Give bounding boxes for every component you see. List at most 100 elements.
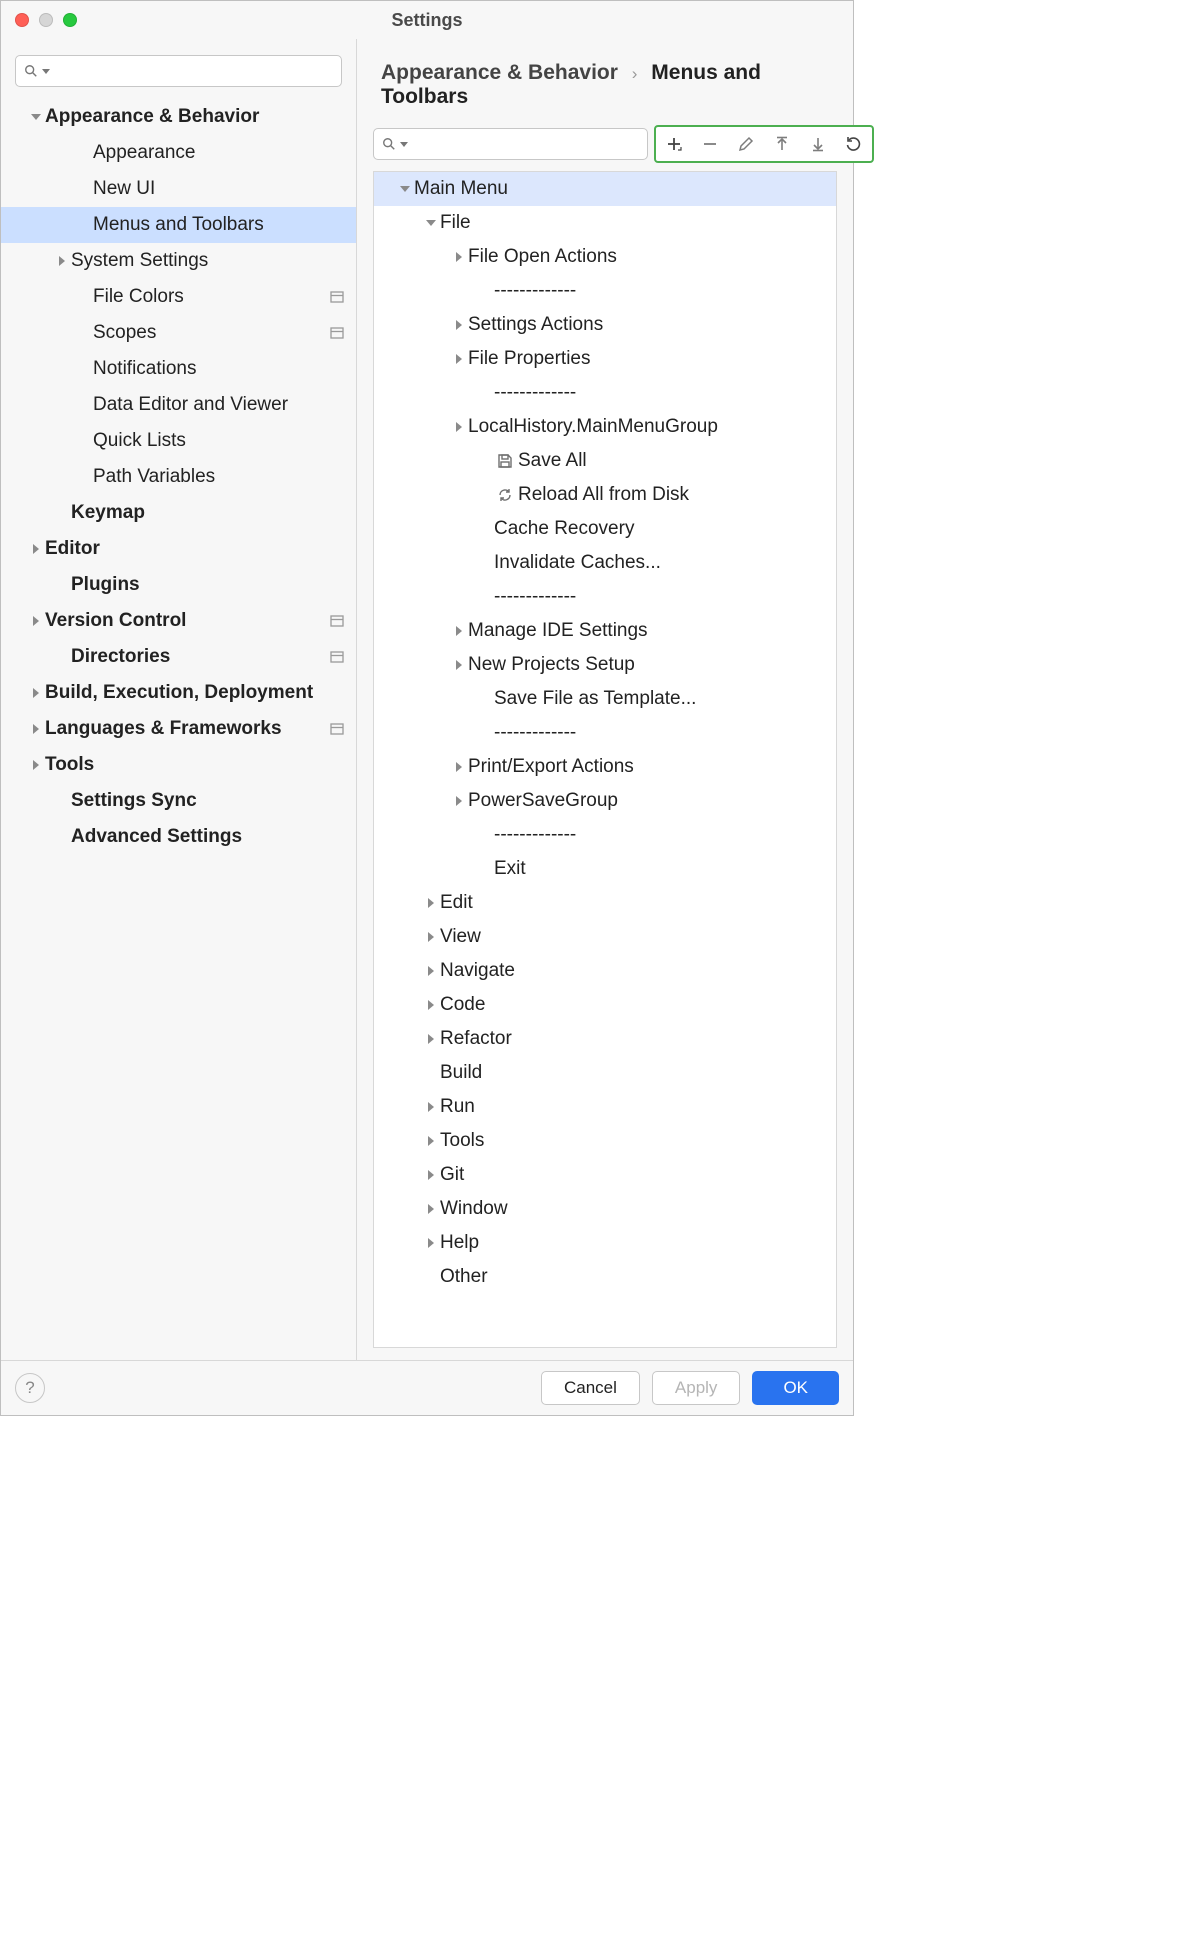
menu-tree-item[interactable]: File Open Actions bbox=[374, 240, 836, 274]
menu-tree-item[interactable]: Save All bbox=[374, 444, 836, 478]
menu-tree-item[interactable]: Tools bbox=[374, 1124, 836, 1158]
menu-tree-item[interactable]: ------------- bbox=[374, 376, 836, 410]
close-window-icon[interactable] bbox=[15, 13, 29, 27]
chevron-right-icon[interactable] bbox=[27, 724, 45, 734]
ok-button[interactable]: OK bbox=[752, 1371, 839, 1405]
sidebar-item[interactable]: Plugins bbox=[1, 567, 356, 603]
chevron-right-icon[interactable] bbox=[450, 354, 468, 364]
chevron-right-icon[interactable] bbox=[450, 320, 468, 330]
menu-tree-item[interactable]: Edit bbox=[374, 886, 836, 920]
search-options-caret-icon[interactable] bbox=[400, 142, 408, 147]
sidebar-item[interactable]: Tools bbox=[1, 747, 356, 783]
chevron-right-icon[interactable] bbox=[422, 1034, 440, 1044]
sidebar-item[interactable]: Notifications bbox=[1, 351, 356, 387]
sidebar-item[interactable]: Version Control bbox=[1, 603, 356, 639]
chevron-right-icon[interactable] bbox=[450, 252, 468, 262]
menu-tree-item[interactable]: Window bbox=[374, 1192, 836, 1226]
sidebar-item[interactable]: System Settings bbox=[1, 243, 356, 279]
menu-tree-item[interactable]: ------------- bbox=[374, 716, 836, 750]
menu-tree-item[interactable]: Settings Actions bbox=[374, 308, 836, 342]
chevron-right-icon[interactable] bbox=[27, 760, 45, 770]
chevron-right-icon[interactable] bbox=[27, 544, 45, 554]
sidebar-item[interactable]: Editor bbox=[1, 531, 356, 567]
chevron-right-icon[interactable] bbox=[422, 966, 440, 976]
sidebar-item[interactable]: Build, Execution, Deployment bbox=[1, 675, 356, 711]
menu-tree-item[interactable]: ------------- bbox=[374, 580, 836, 614]
sidebar-item[interactable]: File Colors bbox=[1, 279, 356, 315]
sidebar-item[interactable]: Appearance bbox=[1, 135, 356, 171]
menu-tree-item[interactable]: Cache Recovery bbox=[374, 512, 836, 546]
menu-tree-item[interactable]: View bbox=[374, 920, 836, 954]
breadcrumb-parent[interactable]: Appearance & Behavior bbox=[381, 61, 618, 84]
minimize-window-icon[interactable] bbox=[39, 13, 53, 27]
sidebar-item[interactable]: Quick Lists bbox=[1, 423, 356, 459]
sidebar-item[interactable]: Menus and Toolbars bbox=[1, 207, 356, 243]
apply-button[interactable]: Apply bbox=[652, 1371, 741, 1405]
menu-tree-item[interactable]: Navigate bbox=[374, 954, 836, 988]
chevron-right-icon[interactable] bbox=[422, 1204, 440, 1214]
menu-tree-item[interactable]: Save File as Template... bbox=[374, 682, 836, 716]
menu-tree-item[interactable]: Print/Export Actions bbox=[374, 750, 836, 784]
menu-tree-item[interactable]: Reload All from Disk bbox=[374, 478, 836, 512]
sidebar-item[interactable]: Data Editor and Viewer bbox=[1, 387, 356, 423]
search-options-caret-icon[interactable] bbox=[42, 69, 50, 74]
restore-button[interactable] bbox=[836, 127, 872, 161]
sidebar-item[interactable]: Settings Sync bbox=[1, 783, 356, 819]
sidebar-item-label: Directories bbox=[71, 646, 324, 668]
chevron-right-icon[interactable] bbox=[422, 1170, 440, 1180]
menu-tree-item[interactable]: Exit bbox=[374, 852, 836, 886]
menu-tree-item[interactable]: File bbox=[374, 206, 836, 240]
chevron-right-icon[interactable] bbox=[27, 616, 45, 626]
chevron-right-icon[interactable] bbox=[450, 796, 468, 806]
sidebar-item[interactable]: Keymap bbox=[1, 495, 356, 531]
menu-search-input[interactable] bbox=[414, 133, 639, 155]
chevron-right-icon[interactable] bbox=[422, 1102, 440, 1112]
chevron-down-icon[interactable] bbox=[27, 114, 45, 120]
menu-tree-item[interactable]: New Projects Setup bbox=[374, 648, 836, 682]
menu-tree-item[interactable]: Run bbox=[374, 1090, 836, 1124]
chevron-right-icon[interactable] bbox=[450, 626, 468, 636]
chevron-right-icon[interactable] bbox=[422, 932, 440, 942]
chevron-right-icon[interactable] bbox=[450, 422, 468, 432]
chevron-right-icon[interactable] bbox=[450, 660, 468, 670]
chevron-right-icon[interactable] bbox=[53, 256, 71, 266]
menu-tree-item[interactable]: Main Menu bbox=[374, 172, 836, 206]
menu-tree-item-label: Code bbox=[440, 994, 485, 1016]
maximize-window-icon[interactable] bbox=[63, 13, 77, 27]
menu-tree-item[interactable]: PowerSaveGroup bbox=[374, 784, 836, 818]
chevron-down-icon[interactable] bbox=[422, 220, 440, 226]
chevron-down-icon[interactable] bbox=[396, 186, 414, 192]
menu-tree-item[interactable]: Code bbox=[374, 988, 836, 1022]
menu-tree-item[interactable]: LocalHistory.MainMenuGroup bbox=[374, 410, 836, 444]
menu-tree-item[interactable]: Help bbox=[374, 1226, 836, 1260]
menu-tree-item-label: Manage IDE Settings bbox=[468, 620, 648, 642]
chevron-right-icon[interactable] bbox=[422, 1136, 440, 1146]
chevron-right-icon[interactable] bbox=[450, 762, 468, 772]
cancel-button[interactable]: Cancel bbox=[541, 1371, 640, 1405]
chevron-right-icon[interactable] bbox=[422, 898, 440, 908]
menu-tree-item[interactable]: Manage IDE Settings bbox=[374, 614, 836, 648]
sidebar-item[interactable]: Appearance & Behavior bbox=[1, 99, 356, 135]
sidebar-item[interactable]: Scopes bbox=[1, 315, 356, 351]
sidebar-item[interactable]: Path Variables bbox=[1, 459, 356, 495]
sidebar-item[interactable]: Directories bbox=[1, 639, 356, 675]
menu-tree-item[interactable]: File Properties bbox=[374, 342, 836, 376]
menu-search[interactable] bbox=[373, 128, 648, 160]
menu-tree-item[interactable]: Invalidate Caches... bbox=[374, 546, 836, 580]
sidebar-search-input[interactable] bbox=[56, 60, 333, 82]
menu-tree-item[interactable]: Git bbox=[374, 1158, 836, 1192]
sidebar-item[interactable]: Advanced Settings bbox=[1, 819, 356, 855]
menu-tree-item[interactable]: ------------- bbox=[374, 274, 836, 308]
sidebar-item[interactable]: Languages & Frameworks bbox=[1, 711, 356, 747]
chevron-right-icon[interactable] bbox=[422, 1238, 440, 1248]
add-button[interactable] bbox=[656, 127, 692, 161]
help-button[interactable]: ? bbox=[15, 1373, 45, 1403]
menu-tree-item[interactable]: Other bbox=[374, 1260, 836, 1294]
menu-tree-item[interactable]: ------------- bbox=[374, 818, 836, 852]
menu-tree-item[interactable]: Refactor bbox=[374, 1022, 836, 1056]
menu-tree-item[interactable]: Build bbox=[374, 1056, 836, 1090]
sidebar-item[interactable]: New UI bbox=[1, 171, 356, 207]
chevron-right-icon[interactable] bbox=[27, 688, 45, 698]
chevron-right-icon[interactable] bbox=[422, 1000, 440, 1010]
sidebar-search[interactable] bbox=[15, 55, 342, 87]
